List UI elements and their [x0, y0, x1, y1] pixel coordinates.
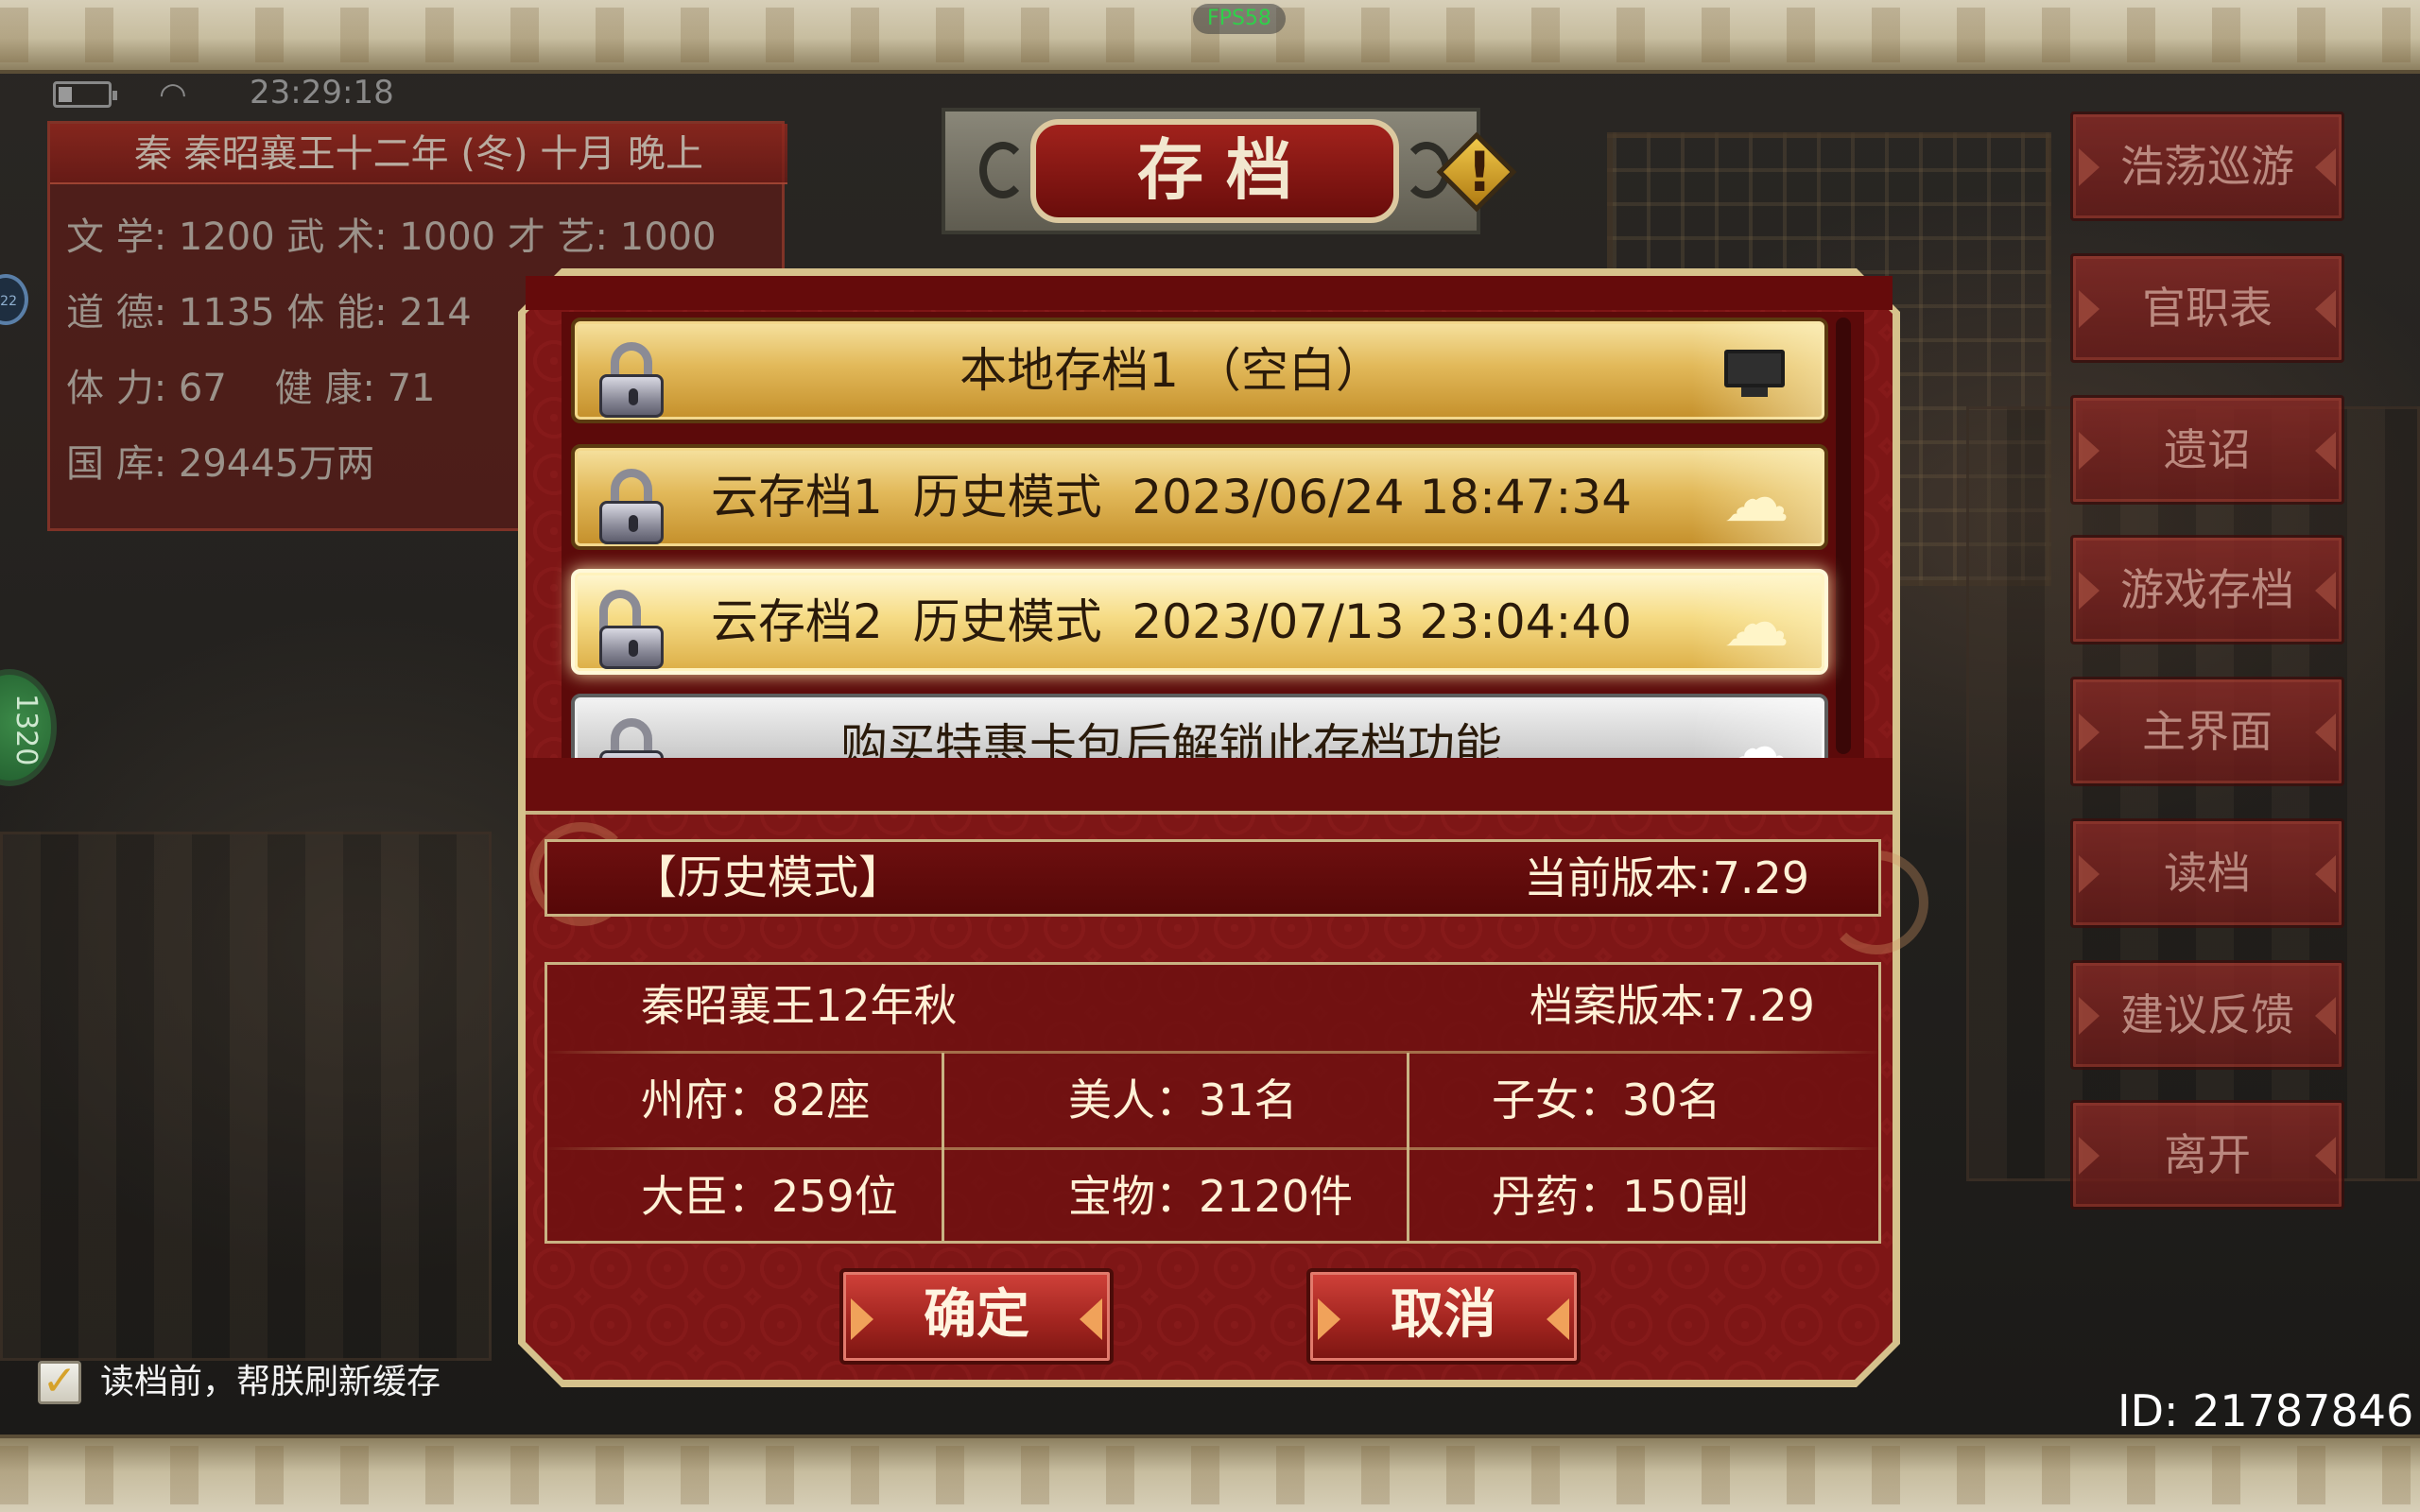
fps-counter: FPS58: [1193, 4, 1286, 34]
stat-prefectures: 州府：82座: [641, 1074, 871, 1125]
stat-treasures: 宝物：2120件: [1068, 1171, 1354, 1222]
current-version: 当前版本:7.29: [1524, 852, 1809, 903]
table-column-divider: [1407, 1053, 1409, 1242]
menu-feedback-button[interactable]: 建议反馈: [2070, 960, 2344, 1070]
date-title: 秦 秦昭襄王十二年 (冬) 十月 晚上: [50, 124, 787, 184]
save-list-scrollbar[interactable]: [1836, 318, 1851, 754]
confirm-button[interactable]: 确定: [839, 1268, 1114, 1365]
stat-children: 子女：30名: [1492, 1074, 1721, 1125]
stat-line-stamina: 体 力: 67 健 康: 71: [66, 367, 436, 410]
stat-ministers: 大臣：259位: [641, 1171, 898, 1222]
save-slot-label: 本地存档1 （空白）: [959, 343, 1383, 398]
table-column-divider: [942, 1053, 944, 1242]
refresh-cache-label: 读档前，帮朕刷新缓存: [100, 1363, 441, 1401]
save-slot-cloud-1[interactable]: 云存档1 历史模式 2023/06/24 18:47:34 ☁: [571, 444, 1828, 550]
lock-icon: [596, 342, 667, 418]
lock-icon: [596, 469, 667, 544]
unlocked-lock-icon: [596, 590, 667, 669]
menu-load-button[interactable]: 读档: [2070, 818, 2344, 928]
stat-elixirs: 丹药：150副: [1492, 1171, 1749, 1222]
side-badge-green-text: 1320: [9, 694, 43, 766]
save-slot-local-1[interactable]: 本地存档1 （空白）: [571, 318, 1828, 423]
menu-main-screen-button[interactable]: 主界面: [2070, 677, 2344, 786]
monitor-icon: [1724, 350, 1785, 397]
list-bottom-band: [526, 758, 1893, 815]
stat-line-literature: 文 学: 1200 武 术: 1000 才 艺: 1000: [66, 215, 717, 259]
menu-game-save-button[interactable]: 游戏存档: [2070, 535, 2344, 644]
stat-beauties: 美人：31名: [1068, 1074, 1298, 1125]
save-mode-label: 【历史模式】: [631, 851, 905, 904]
cloud-icon: ☁: [1723, 459, 1789, 537]
desk: [0, 832, 492, 1361]
save-slot-cloud-2[interactable]: 云存档2 历史模式 2023/07/13 23:04:40 ☁: [571, 569, 1828, 675]
save-version: 档案版本:7.29: [1530, 980, 1815, 1031]
stat-line-morality: 道 德: 1135 体 能: 214: [66, 291, 472, 335]
bottom-decorative-bar: [0, 1435, 2420, 1512]
menu-official-positions-button[interactable]: 官职表: [2070, 253, 2344, 363]
menu-testament-button[interactable]: 遗诏: [2070, 395, 2344, 505]
save-slot-label: 云存档1 历史模式 2023/06/24 18:47:34: [710, 470, 1633, 524]
refresh-cache-checkbox[interactable]: ✓: [38, 1361, 81, 1404]
table-divider: [544, 1147, 1881, 1150]
clock: 23:29:18: [250, 74, 394, 112]
save-date: 秦昭襄王12年秋: [641, 980, 958, 1031]
cloud-icon: ☁: [1723, 584, 1789, 662]
battery-icon: [53, 81, 117, 108]
header-scroll-ornament-left: [979, 142, 1027, 198]
dialog-top-band: [526, 276, 1893, 310]
warning-icon-mark: !: [1467, 140, 1493, 204]
menu-royal-tour-button[interactable]: 浩荡巡游: [2070, 112, 2344, 221]
stat-line-treasury: 国 库: 29445万两: [66, 442, 375, 486]
dialog-title: 存档: [1030, 119, 1399, 223]
wifi-icon: ◠: [159, 76, 187, 113]
user-id: ID: 21787846: [2118, 1385, 2414, 1436]
table-divider: [544, 1051, 1881, 1054]
menu-exit-button[interactable]: 离开: [2070, 1100, 2344, 1210]
cancel-button[interactable]: 取消: [1306, 1268, 1581, 1365]
save-slot-label: 云存档2 历史模式 2023/07/13 23:04:40: [710, 594, 1633, 649]
